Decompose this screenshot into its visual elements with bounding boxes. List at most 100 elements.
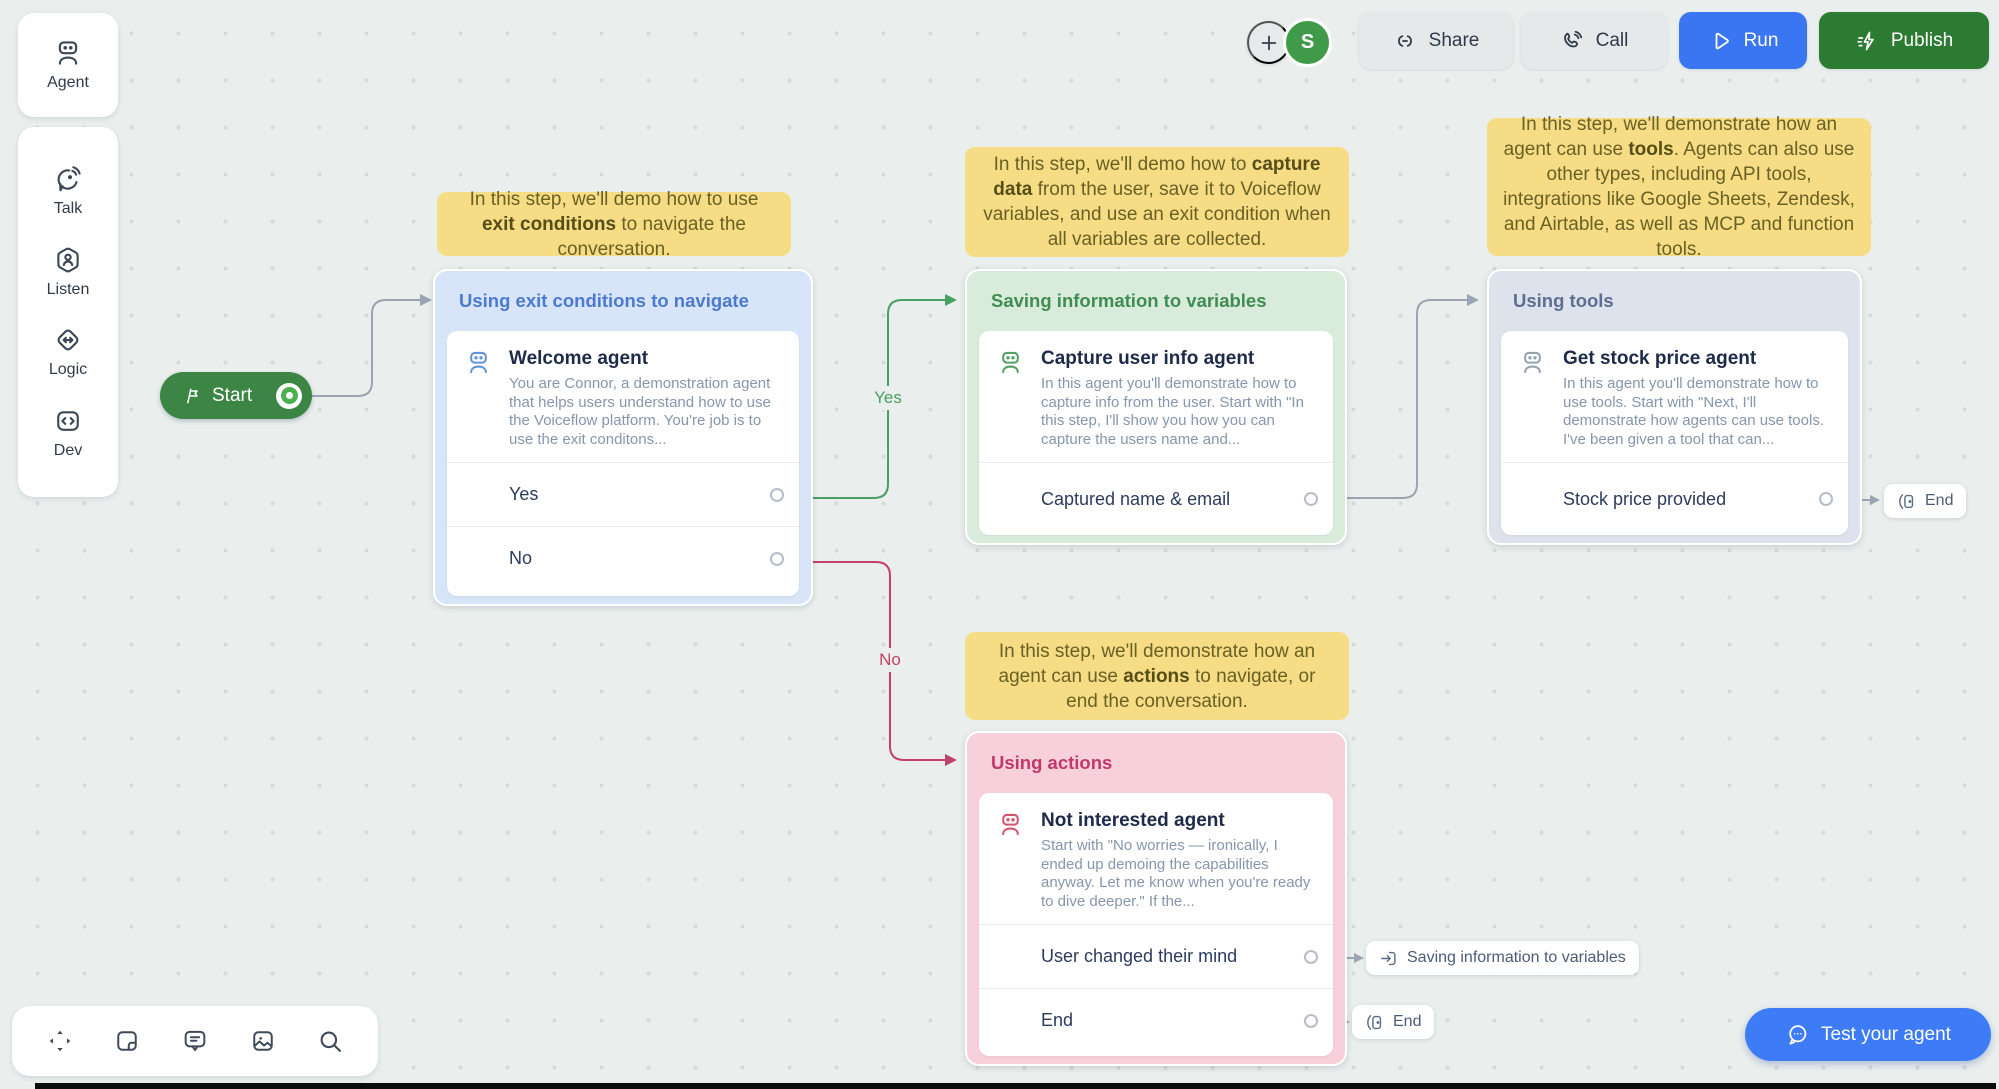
comment-icon bbox=[181, 1027, 209, 1055]
exit-row-changed-mind[interactable]: User changed their mind bbox=[979, 924, 1333, 988]
call-label: Call bbox=[1596, 30, 1629, 52]
agent-description: In this agent you'll demonstrate how to … bbox=[1041, 375, 1321, 449]
avatar[interactable]: S bbox=[1283, 18, 1332, 67]
agent-description: Start with "No worries — ironically, I e… bbox=[1041, 837, 1321, 911]
agent-card[interactable]: Not interested agent Start with "No worr… bbox=[979, 793, 1333, 1056]
sticky-note-actions[interactable]: In this step, we'll demonstrate how an a… bbox=[965, 632, 1349, 720]
search-icon bbox=[316, 1027, 344, 1055]
link-icon bbox=[1393, 29, 1417, 53]
comment-tool-button[interactable] bbox=[175, 1021, 215, 1061]
agent-card[interactable]: Capture user info agent In this agent yo… bbox=[979, 331, 1333, 535]
exit-label: User changed their mind bbox=[1041, 946, 1237, 967]
robot-icon bbox=[997, 811, 1024, 838]
chat-icon bbox=[1785, 1022, 1810, 1047]
sidebar-item-listen[interactable]: Listen bbox=[47, 245, 90, 299]
sidebar-item-label: Talk bbox=[54, 200, 82, 218]
sidebar-item-dev[interactable]: Dev bbox=[53, 406, 83, 460]
agent-title: Welcome agent bbox=[509, 348, 781, 370]
end-node[interactable]: End bbox=[1884, 484, 1966, 518]
listen-icon bbox=[53, 245, 83, 275]
goto-node-saving-information[interactable]: Saving information to variables bbox=[1366, 941, 1639, 975]
sidebar-item-label: Dev bbox=[54, 442, 82, 460]
sticky-note-tools[interactable]: In this step, we'll demonstrate how an a… bbox=[1487, 118, 1871, 256]
block-using-exit-conditions[interactable]: Using exit conditions to navigate Welcom… bbox=[433, 269, 813, 606]
block-using-tools[interactable]: Using tools Get stock price agent In thi… bbox=[1487, 269, 1862, 545]
call-button[interactable]: Call bbox=[1521, 12, 1667, 69]
agent-title: Not interested agent bbox=[1041, 810, 1315, 832]
test-your-agent-button[interactable]: Test your agent bbox=[1745, 1008, 1991, 1061]
agent-description: You are Connor, a demonstration agent th… bbox=[509, 375, 789, 449]
sticky-note-exit-conditions[interactable]: In this step, we'll demo how to use exit… bbox=[437, 192, 791, 256]
sidebar-item-label: Listen bbox=[47, 281, 90, 299]
note-icon bbox=[113, 1027, 141, 1055]
block-using-actions[interactable]: Using actions Not interested agent Start… bbox=[965, 731, 1347, 1066]
goto-label: Saving information to variables bbox=[1407, 949, 1626, 967]
dev-icon bbox=[53, 406, 83, 436]
port[interactable] bbox=[770, 488, 784, 502]
agent-title: Get stock price agent bbox=[1563, 348, 1830, 370]
block-header: Saving information to variables bbox=[967, 271, 1345, 331]
exit-row-stock-price[interactable]: Stock price provided bbox=[1501, 462, 1848, 535]
exit-row-yes[interactable]: Yes bbox=[447, 462, 799, 526]
agent-summary: Get stock price agent In this agent you'… bbox=[1501, 331, 1848, 462]
port[interactable] bbox=[1304, 492, 1318, 506]
sticky-note-capture-data[interactable]: In this step, we'll demo how to capture … bbox=[965, 147, 1349, 257]
play-icon bbox=[1708, 29, 1732, 53]
port[interactable] bbox=[1819, 492, 1833, 506]
robot-icon bbox=[53, 38, 83, 68]
image-tool-button[interactable] bbox=[243, 1021, 283, 1061]
exit-row-captured[interactable]: Captured name & email bbox=[979, 462, 1333, 535]
start-label: Start bbox=[212, 385, 266, 407]
sidebar-tools-card: Talk Listen Logic Dev bbox=[18, 127, 118, 497]
logic-icon bbox=[53, 325, 83, 355]
sidebar-item-label: Logic bbox=[49, 361, 87, 379]
end-door-icon bbox=[1897, 492, 1916, 511]
image-icon bbox=[249, 1027, 277, 1055]
share-button[interactable]: Share bbox=[1359, 12, 1513, 69]
end-label: End bbox=[1393, 1013, 1421, 1031]
exit-label: Captured name & email bbox=[1041, 489, 1230, 510]
canvas-toolbar bbox=[12, 1006, 378, 1076]
talk-icon bbox=[53, 164, 83, 194]
note-text: In this step, we'll demo how to capture … bbox=[981, 152, 1333, 252]
window-bottom-edge bbox=[35, 1083, 1996, 1089]
agent-card[interactable]: Welcome agent You are Connor, a demonstr… bbox=[447, 331, 799, 596]
sidebar-item-logic[interactable]: Logic bbox=[49, 325, 87, 379]
start-port[interactable] bbox=[276, 383, 302, 409]
exit-row-end[interactable]: End bbox=[979, 988, 1333, 1052]
sidebar-agent-card[interactable]: Agent bbox=[18, 13, 118, 117]
robot-icon bbox=[1519, 349, 1546, 376]
exit-row-no[interactable]: No bbox=[447, 526, 799, 590]
note-text: In this step, we'll demonstrate how an a… bbox=[981, 639, 1333, 714]
agent-summary: Not interested agent Start with "No worr… bbox=[979, 793, 1333, 924]
block-saving-information[interactable]: Saving information to variables Capture … bbox=[965, 269, 1347, 545]
phone-icon bbox=[1560, 29, 1584, 53]
flag-icon bbox=[182, 386, 202, 406]
end-node[interactable]: End bbox=[1352, 1005, 1434, 1039]
exit-label: Stock price provided bbox=[1563, 489, 1726, 510]
agent-description: In this agent you'll demonstrate how to … bbox=[1563, 375, 1843, 449]
end-label: End bbox=[1925, 492, 1953, 510]
robot-icon bbox=[997, 349, 1024, 376]
port[interactable] bbox=[1304, 950, 1318, 964]
search-tool-button[interactable] bbox=[310, 1021, 350, 1061]
port[interactable] bbox=[1304, 1014, 1318, 1028]
publish-bolt-icon bbox=[1855, 29, 1879, 53]
exit-label: Yes bbox=[509, 484, 538, 505]
run-button[interactable]: Run bbox=[1679, 12, 1807, 69]
start-node[interactable]: Start bbox=[160, 372, 312, 419]
move-tool-button[interactable] bbox=[40, 1021, 80, 1061]
exit-label: No bbox=[509, 548, 532, 569]
sidebar-item-talk[interactable]: Talk bbox=[53, 164, 83, 218]
end-door-icon bbox=[1365, 1013, 1384, 1032]
edge-label-no: No bbox=[873, 648, 907, 672]
edge-label-yes: Yes bbox=[868, 386, 908, 410]
note-text: In this step, we'll demonstrate how an a… bbox=[1503, 112, 1855, 262]
sticky-note-tool-button[interactable] bbox=[107, 1021, 147, 1061]
sidebar-agent-label: Agent bbox=[47, 74, 89, 92]
plus-icon bbox=[1258, 32, 1280, 54]
share-label: Share bbox=[1429, 30, 1480, 52]
agent-card[interactable]: Get stock price agent In this agent you'… bbox=[1501, 331, 1848, 535]
publish-button[interactable]: Publish bbox=[1819, 12, 1989, 69]
port[interactable] bbox=[770, 552, 784, 566]
